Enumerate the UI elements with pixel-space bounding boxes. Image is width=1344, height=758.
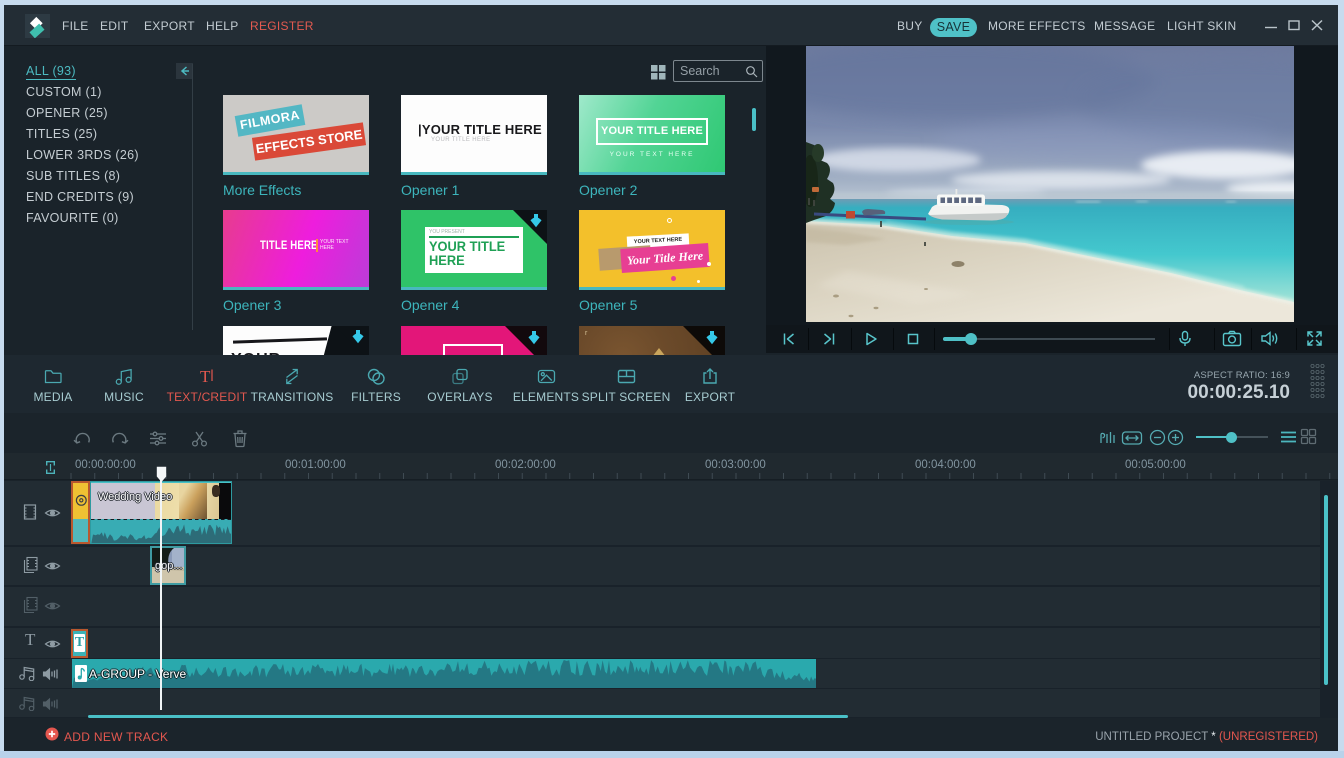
svg-text:T: T	[200, 367, 211, 386]
